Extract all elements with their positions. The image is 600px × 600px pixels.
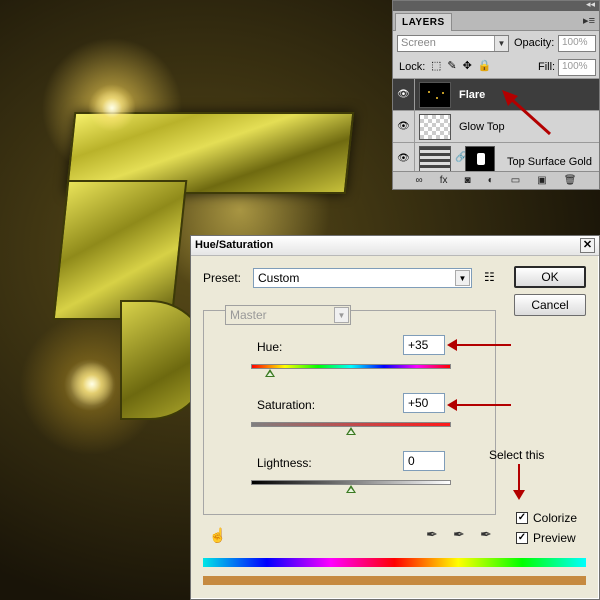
fx-icon[interactable]: fx [440,175,448,186]
layer-row-flare[interactable]: 👁 Flare [393,79,599,111]
ok-button[interactable]: OK [514,266,586,288]
annotation-label: Select this [489,448,545,462]
eye-icon[interactable]: 👁 [393,111,415,142]
eye-icon[interactable]: 👁 [393,79,415,110]
color-spectrum-bar [203,558,586,567]
lock-pixels-icon[interactable]: ✎ [447,59,456,72]
preset-options-icon[interactable]: ☷ [484,270,495,284]
lock-all-icon[interactable]: 🔒 [478,59,492,72]
layer-thumbnail [419,82,451,108]
eyedropper-minus-icon[interactable]: ✒ [480,526,492,543]
colorize-result-bar [203,576,586,585]
link-layers-icon[interactable]: ∞ [416,175,423,186]
dialog-title: Hue/Saturation [195,239,274,251]
lens-flare [70,362,114,406]
layer-mask-thumbnail[interactable] [465,146,495,172]
annotation-arrow [502,90,552,136]
layer-row-glow-top[interactable]: 👁 Glow Top [393,111,599,143]
lightness-label: Lightness: [257,456,312,470]
annotation-arrow [447,399,511,411]
blend-mode-value: Screen [401,37,436,49]
add-mask-icon[interactable]: ◙ [465,175,471,186]
layer-thumbnail [419,114,451,140]
lock-options: ⬚ ✎ ✥ 🔒 [431,59,492,72]
adjustment-layer-icon[interactable]: ◐ [488,175,494,186]
saturation-slider-thumb[interactable] [346,427,356,435]
opacity-field[interactable]: 100% [558,35,596,52]
hue-label: Hue: [257,340,283,354]
dialog-titlebar: Hue/Saturation ✕ [191,236,599,256]
chevron-down-icon: ▼ [455,270,470,286]
eye-icon[interactable]: 👁 [393,143,415,174]
preview-checkbox[interactable]: ✓ [516,532,528,544]
new-layer-icon[interactable]: ▣ [537,175,546,186]
tab-layers[interactable]: LAYERS [395,13,452,31]
panel-menu-icon[interactable]: ▸≡ [583,14,595,27]
colorize-label: Colorize [533,511,578,525]
preset-value: Custom [258,271,300,285]
layer-name: Top Surface Gold [507,156,592,168]
fill-field[interactable]: 100% [558,59,596,76]
layer-thumbnail [419,146,451,172]
lightness-field[interactable]: 0 [403,451,445,471]
lens-flare [88,84,136,132]
panel-header-strip: ◂◂ [393,0,599,11]
lock-position-icon[interactable]: ✥ [463,59,472,72]
hue-saturation-dialog: Hue/Saturation ✕ Preset: Custom ▼ ☷ OK C… [190,235,600,600]
layers-panel: ◂◂ LAYERS ▸≡ Screen ▼ Opacity: 100% Lock… [392,0,600,190]
preset-select[interactable]: Custom ▼ [253,268,472,288]
blend-mode-select[interactable]: Screen ▼ [397,35,509,52]
layer-name: Flare [459,89,486,101]
gold-number-stem [52,180,188,320]
hand-adjust-icon[interactable]: ☝ [209,527,226,544]
close-button[interactable]: ✕ [580,238,595,253]
hue-slider-track[interactable] [251,364,451,369]
opacity-label: Opacity: [514,37,555,49]
lock-label: Lock: [399,61,426,73]
chevron-down-icon: ▼ [494,36,508,51]
fill-label: Fill: [538,61,556,73]
preset-label: Preset: [203,271,242,285]
chevron-down-icon: ▼ [334,307,349,323]
saturation-field[interactable]: +50 [403,393,445,413]
annotation-arrow [513,464,525,500]
collapse-icon[interactable]: ◂◂ [586,0,595,10]
hue-slider-thumb[interactable] [265,369,276,377]
trash-icon[interactable]: 🗑 [564,175,577,186]
new-group-icon[interactable]: ▭ [511,175,520,186]
lightness-slider-thumb[interactable] [346,485,356,493]
preview-label: Preview [533,531,576,545]
annotation-arrow [447,339,511,351]
lock-transparent-icon[interactable]: ⬚ [431,59,441,72]
panel-tab-row: LAYERS ▸≡ [393,11,599,31]
hue-field[interactable]: +35 [403,335,445,355]
layers-footer-toolbar: ∞ fx ◙ ◐ ▭ ▣ 🗑 [393,171,599,189]
channel-select[interactable]: Master ▼ [225,305,351,325]
colorize-checkbox[interactable]: ✓ [516,512,528,524]
layer-name: Glow Top [459,121,505,133]
eyedropper-icon[interactable]: ✒ [426,526,438,543]
eyedropper-plus-icon[interactable]: ✒ [453,526,465,543]
channel-value: Master [230,308,267,322]
saturation-label: Saturation: [257,398,316,412]
cancel-button[interactable]: Cancel [514,294,586,316]
